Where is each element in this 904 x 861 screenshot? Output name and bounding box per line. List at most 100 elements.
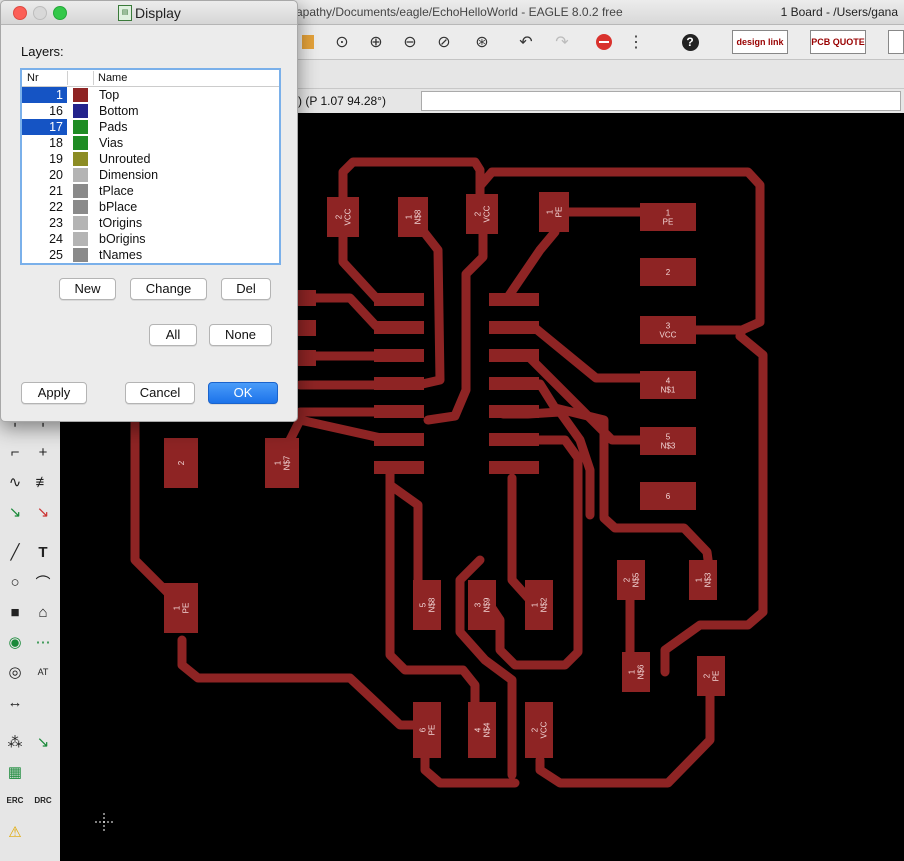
design-link-button[interactable]: design link [732, 30, 788, 54]
circle-icon[interactable]: ○ [4, 571, 26, 593]
layer-list[interactable]: Nr Name 1 Top 16 Bottom 17 Pads 18 Vias 19 Unrout… [20, 68, 281, 265]
smd-pad [489, 321, 539, 334]
pad-label: 2 [666, 268, 671, 277]
layer-row[interactable]: 16 Bottom [22, 103, 279, 119]
layer-row[interactable]: 25 tNames [22, 247, 279, 263]
layer-color-swatch[interactable] [73, 152, 88, 166]
layer-color-swatch[interactable] [73, 168, 88, 182]
layer-row[interactable]: 17 Pads [22, 119, 279, 135]
stop-icon[interactable] [592, 30, 616, 54]
smd-pad [296, 320, 316, 336]
layer-color-swatch[interactable] [73, 184, 88, 198]
layer-row[interactable]: 20 Dimension [22, 167, 279, 183]
layer-row[interactable]: 19 Unrouted [22, 151, 279, 167]
close-window-icon[interactable] [13, 6, 27, 20]
text-tool-icon[interactable]: T [32, 541, 54, 563]
cursor-crosshair [95, 813, 113, 831]
layer-row[interactable]: 1 Top [22, 87, 279, 103]
window-title-right: 1 Board - /Users/gana [780, 5, 898, 19]
undo-icon[interactable]: ↶ [514, 30, 538, 54]
layer-row[interactable]: 24 bOrigins [22, 231, 279, 247]
layer-color-swatch[interactable] [73, 216, 88, 230]
redo-icon[interactable]: ↷ [550, 30, 574, 54]
cross-icon[interactable]: + [32, 441, 54, 463]
layer-color-swatch[interactable] [73, 88, 88, 102]
attribute-icon[interactable]: AT [32, 661, 54, 683]
pad-label: 2 [177, 460, 186, 465]
zoom-redraw-icon[interactable]: ⊘ [432, 30, 456, 54]
pcb-quote-button[interactable]: PCB QUOTE [810, 30, 866, 54]
command-line-input[interactable] [421, 91, 901, 111]
zoom-in-icon[interactable]: ⊕ [364, 30, 388, 54]
go-icon[interactable]: ⋮ [624, 30, 648, 54]
polygon-icon[interactable]: ⌂ [32, 601, 54, 623]
layer-number: 16 [49, 104, 63, 118]
route-icon[interactable]: ↘ [4, 501, 26, 523]
ripup-route-icon[interactable]: ↘ [32, 501, 54, 523]
layer-number: 17 [22, 119, 67, 135]
smd-pad [489, 433, 539, 446]
autorouter-icon[interactable]: ↘ [32, 731, 54, 753]
delete-layer-button[interactable]: Del [221, 278, 271, 300]
layer-row[interactable]: 21 tPlace [22, 183, 279, 199]
column-nr[interactable]: Nr [27, 72, 39, 84]
change-layer-button[interactable]: Change [130, 278, 207, 300]
apply-button[interactable]: Apply [21, 382, 87, 404]
minimize-window-icon[interactable] [33, 6, 47, 20]
column-name[interactable]: Name [98, 72, 127, 84]
smd-pad [374, 349, 424, 362]
help-icon[interactable]: ? [678, 30, 702, 54]
layer-number: 1 [22, 87, 67, 103]
zoom-select-icon[interactable]: ⊛ [470, 30, 494, 54]
rectangle-icon[interactable]: ■ [4, 601, 26, 623]
warning-icon[interactable]: ⚠ [4, 821, 26, 843]
hole-icon[interactable]: ◎ [4, 661, 26, 683]
layer-settings-icon[interactable] [296, 30, 320, 54]
layer-number: 24 [49, 232, 63, 246]
layer-name: bOrigins [99, 232, 146, 246]
cancel-button[interactable]: Cancel [125, 382, 195, 404]
ripup-icon[interactable]: ≢ [32, 471, 54, 493]
layer-name: Bottom [99, 104, 139, 118]
layer-color-swatch[interactable] [73, 248, 88, 262]
dialog-titlebar: ▤ Display [1, 1, 297, 25]
layer-name: tOrigins [99, 216, 143, 230]
arc-icon[interactable]: ⌒ [32, 571, 54, 593]
layer-row[interactable]: 18 Vias [22, 135, 279, 151]
erc-button[interactable]: ERC [4, 789, 26, 811]
zoom-out-icon[interactable]: ⊖ [398, 30, 422, 54]
signal-icon[interactable]: ⋯ [32, 631, 54, 653]
zoom-window-icon[interactable] [53, 6, 67, 20]
layer-row[interactable]: 23 tOrigins [22, 215, 279, 231]
display-dialog: ▤ Display Layers: Nr Name 1 Top 16 Bottom 17… [0, 0, 298, 422]
more-toolbar-icon[interactable] [888, 30, 904, 54]
layer-color-swatch[interactable] [73, 136, 88, 150]
smd-pad [489, 405, 539, 418]
layer-color-swatch[interactable] [73, 120, 88, 134]
ratsnest-icon[interactable]: ⁂ [4, 731, 26, 753]
zoom-fit-icon[interactable]: ⊙ [330, 30, 354, 54]
dimension-icon[interactable]: ↔ [4, 691, 26, 713]
via-icon[interactable]: ◉ [4, 631, 26, 653]
layer-name: tNames [99, 248, 143, 262]
select-all-button[interactable]: All [149, 324, 197, 346]
drc-button[interactable]: DRC [32, 789, 54, 811]
layer-color-swatch[interactable] [73, 104, 88, 118]
layer-number: 23 [49, 216, 63, 230]
dialog-title: Display [135, 5, 181, 21]
layers-label: Layers: [21, 44, 64, 59]
layer-color-swatch[interactable] [73, 200, 88, 214]
miter-icon[interactable]: ⌐ [4, 441, 26, 463]
trace [338, 225, 383, 305]
board-icon[interactable]: ▦ [4, 761, 26, 783]
coordinate-readout: ) (P 1.07 94.28°) [298, 94, 386, 108]
trace [420, 750, 520, 788]
meander-icon[interactable]: ∿ [4, 471, 26, 493]
layer-color-swatch[interactable] [73, 232, 88, 246]
new-layer-button[interactable]: New [59, 278, 116, 300]
wire-icon[interactable]: ╱ [4, 541, 26, 563]
ok-button[interactable]: OK [208, 382, 278, 404]
smd-pad [489, 293, 539, 306]
layer-row[interactable]: 22 bPlace [22, 199, 279, 215]
select-none-button[interactable]: None [209, 324, 272, 346]
